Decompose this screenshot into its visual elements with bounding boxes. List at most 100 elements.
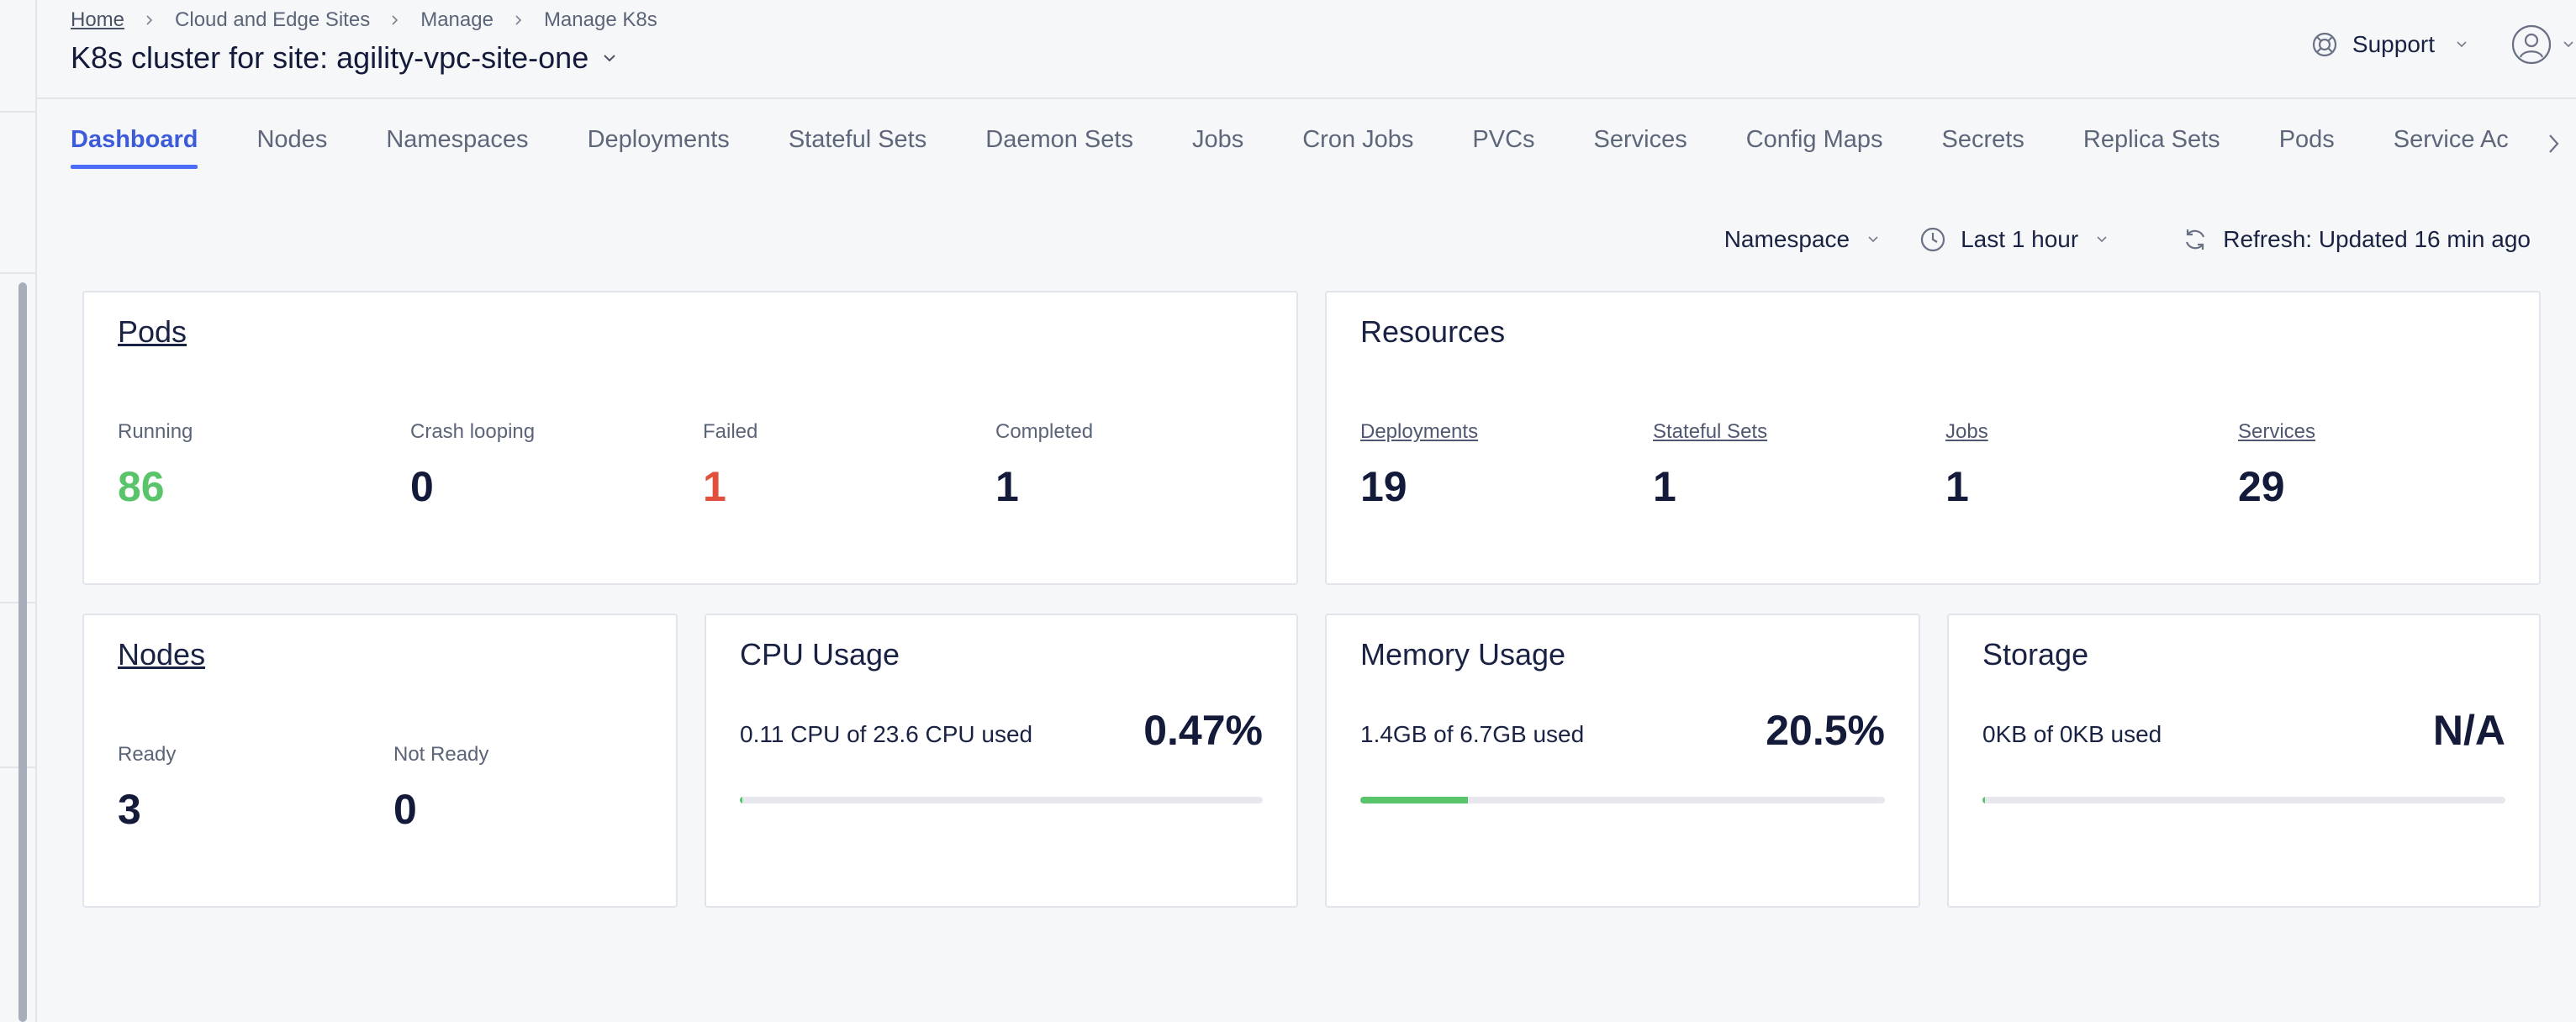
storage-usage-bar [1982,797,2505,803]
support-label: Support [2352,31,2435,57]
page-title: K8s cluster for site: agility-vpc-site-o… [71,40,589,75]
stat-label: Ready [118,743,177,766]
breadcrumb-manage-k8s: Manage K8s [543,8,657,31]
nodes-card-title[interactable]: Nodes [118,637,205,672]
stat-value: 19 [1360,463,1407,510]
namespace-label: Namespace [1723,226,1850,252]
chevron-right-icon [2546,133,2561,159]
pods-card: Pods Running 86 Crash looping 0 Failed 1… [82,291,1298,585]
resources-stat-jobs: Jobs 1 [1945,420,1988,511]
resources-card-title: Resources [1360,314,1506,349]
tab-dashboard[interactable]: Dashboard [71,126,198,169]
stat-label: Not Ready [393,743,489,766]
lifebuoy-icon [2310,30,2339,59]
chevron-right-icon [141,12,158,29]
memory-card-title: Memory Usage [1360,637,1566,672]
tab-bar: Dashboard Nodes Namespaces Deployments S… [71,126,2576,182]
stat-label-link[interactable]: Services [2238,420,2315,444]
tab-deployments[interactable]: Deployments [588,126,730,169]
chevron-down-icon [1865,231,1882,248]
clock-icon [1919,225,1947,254]
cpu-usage-text: 0.11 CPU of 23.6 CPU used [740,721,1033,747]
storage-usage-percent: N/A [2432,707,2505,754]
memory-usage-bar [1360,797,1885,803]
user-menu[interactable] [2510,24,2576,66]
memory-usage-text: 1.4GB of 6.7GB used [1360,721,1585,747]
pods-stat-crash-looping: Crash looping 0 [410,420,535,511]
tab-scroll-right-button[interactable] [2541,133,2566,158]
sidebar-divider [0,602,35,603]
tab-pvcs[interactable]: PVCs [1472,126,1534,169]
resources-stat-services: Services 29 [2238,420,2315,511]
cpu-usage-bar [740,797,1263,803]
tab-pods[interactable]: Pods [2279,126,2335,169]
cpu-usage-card: CPU Usage 0.11 CPU of 23.6 CPU used 0.47… [705,614,1298,908]
breadcrumb-manage: Manage [420,8,494,31]
time-range-dropdown[interactable]: Last 1 hour [1919,225,2110,254]
stat-label-link[interactable]: Stateful Sets [1653,420,1767,444]
sidebar-scrollbar[interactable] [18,282,27,1022]
stat-label-link[interactable]: Jobs [1945,420,1988,444]
memory-usage-bar-fill [1360,797,1468,803]
tab-stateful-sets[interactable]: Stateful Sets [789,126,926,169]
chevron-down-icon [2561,37,2576,52]
sidebar-divider [0,766,35,768]
breadcrumb: Home Cloud and Edge Sites Manage Manage … [71,8,657,32]
pods-card-title[interactable]: Pods [118,314,187,350]
storage-usage-text: 0KB of 0KB used [1982,721,2162,747]
nodes-stat-not-ready: Not Ready 0 [393,743,488,834]
stat-label: Failed [703,420,758,443]
chevron-right-icon [510,12,527,29]
sidebar-divider [0,272,35,274]
stat-value: 86 [118,463,165,510]
tab-cron-jobs[interactable]: Cron Jobs [1302,126,1413,169]
tab-services[interactable]: Services [1594,126,1687,169]
time-range-label: Last 1 hour [1961,226,2079,252]
tab-replica-sets[interactable]: Replica Sets [2083,126,2220,169]
stat-label: Completed [995,420,1094,443]
stat-value: 1 [703,463,726,510]
stat-value: 1 [1945,463,1969,510]
cpu-usage-bar-fill [740,797,742,803]
refresh-button[interactable]: Refresh: Updated 16 min ago [2181,225,2531,254]
chevron-right-icon [387,12,404,29]
breadcrumb-cloud-edge-sites: Cloud and Edge Sites [175,8,371,31]
stat-value: 1 [995,463,1019,510]
stat-value: 3 [118,786,141,833]
header-actions: Support [2310,24,2576,66]
dashboard-toolbar: Namespace Last 1 hour Refresh: Updated 1… [1724,225,2531,254]
stat-label: Crash looping [410,420,536,443]
tab-config-maps[interactable]: Config Maps [1746,126,1883,169]
stat-value: 29 [2238,463,2285,510]
stat-label: Running [118,420,193,443]
stat-label-link[interactable]: Deployments [1360,420,1478,444]
cluster-selector[interactable]: K8s cluster for site: agility-vpc-site-o… [71,40,619,76]
stat-value: 0 [410,463,434,510]
support-menu[interactable]: Support [2310,30,2470,59]
chevron-down-icon [600,49,619,67]
tab-nodes[interactable]: Nodes [256,126,327,169]
tab-secrets[interactable]: Secrets [1942,126,2024,169]
refresh-icon [2181,225,2209,254]
cpu-usage-percent: 0.47% [1143,707,1263,754]
cpu-card-title: CPU Usage [740,637,900,672]
pods-stat-failed: Failed 1 [703,420,757,511]
stat-value: 1 [1653,463,1676,510]
tab-service-accounts[interactable]: Service Ac [2394,126,2509,169]
memory-usage-percent: 20.5% [1766,707,1885,754]
refresh-label: Refresh: Updated 16 min ago [2223,226,2531,252]
chevron-down-icon [2453,36,2470,53]
page-header: Home Cloud and Edge Sites Manage Manage … [37,0,2576,99]
sidebar-divider [0,111,35,113]
pods-stat-running: Running 86 [118,420,193,511]
tab-jobs[interactable]: Jobs [1192,126,1243,169]
tab-daemon-sets[interactable]: Daemon Sets [985,126,1133,169]
chevron-down-icon [2093,231,2110,248]
tab-namespaces[interactable]: Namespaces [386,126,528,169]
storage-card-title: Storage [1982,637,2089,672]
nodes-stat-ready: Ready 3 [118,743,176,834]
user-avatar-icon [2510,24,2552,66]
namespace-dropdown[interactable]: Namespace [1724,226,1882,253]
pods-stat-completed: Completed 1 [995,420,1093,511]
breadcrumb-home[interactable]: Home [71,8,124,32]
